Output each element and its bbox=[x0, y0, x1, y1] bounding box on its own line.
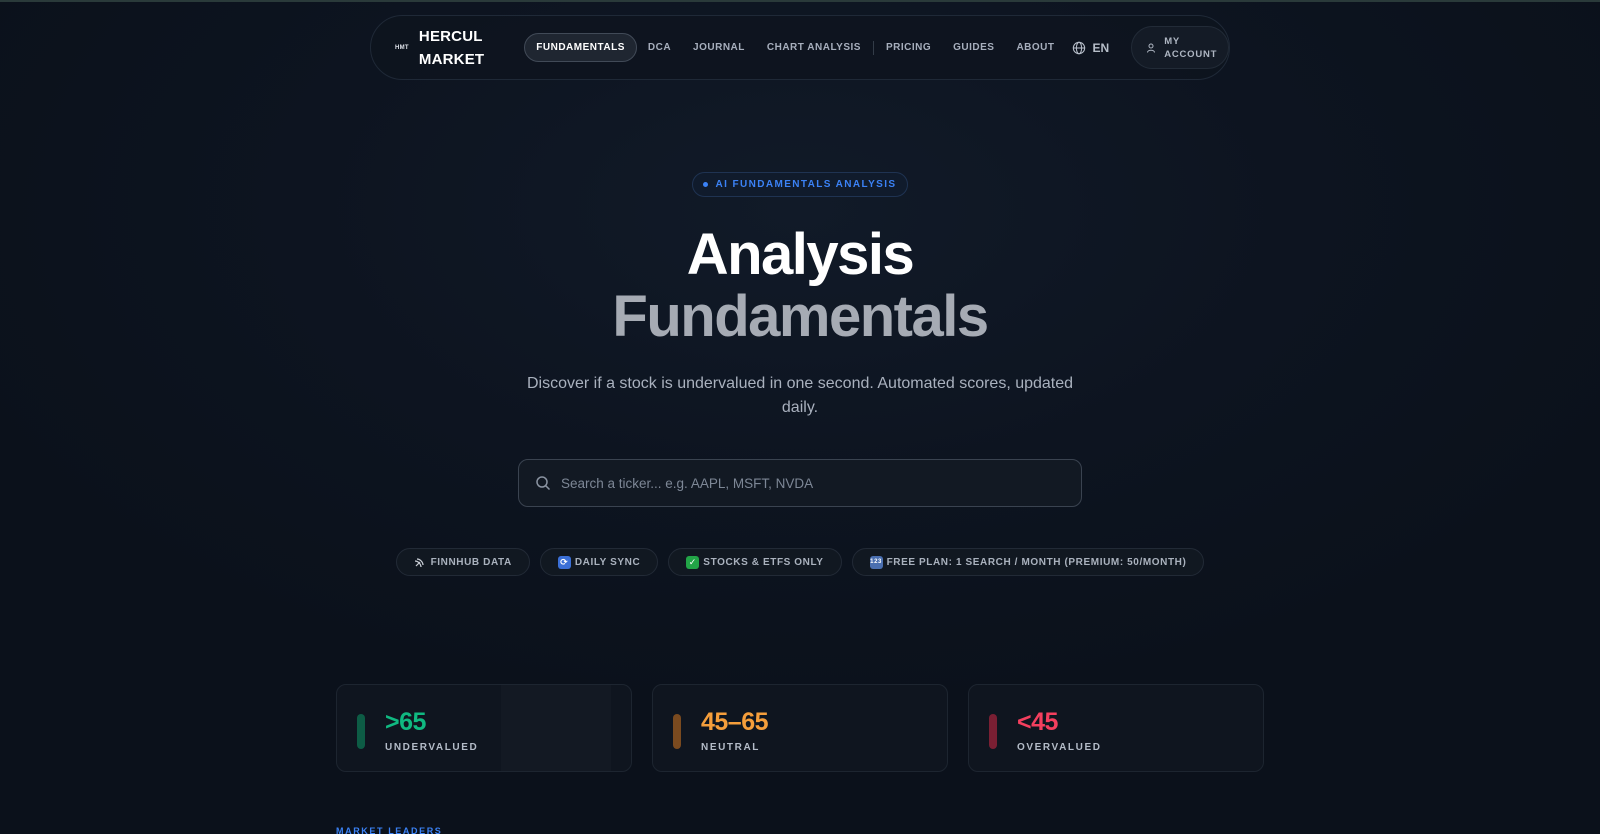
hero-badge-label: AI FUNDAMENTALS ANALYSIS bbox=[715, 179, 897, 190]
nav-link-fundamentals[interactable]: FUNDAMENTALS bbox=[524, 33, 637, 62]
nav-link-chart-analysis[interactable]: CHART ANALYSIS bbox=[756, 34, 872, 61]
ticker-search-box[interactable] bbox=[518, 459, 1082, 507]
top-border bbox=[0, 0, 1600, 2]
tag-label: STOCKS & ETFS ONLY bbox=[703, 556, 824, 568]
numbers-icon: 123 bbox=[869, 555, 883, 569]
tag-finnhub-data: FINNHUB DATA bbox=[395, 548, 530, 576]
score-card-overvalued: <45 OVERVALUED bbox=[968, 684, 1264, 772]
nav-link-dca[interactable]: DCA bbox=[637, 34, 682, 61]
nav-link-pricing[interactable]: PRICING bbox=[875, 34, 942, 61]
hero-badge: AI FUNDAMENTALS ANALYSIS bbox=[692, 172, 908, 197]
nav-link-guides[interactable]: GUIDES bbox=[942, 34, 1005, 61]
tag-label: FINNHUB DATA bbox=[430, 556, 512, 568]
tag-free-plan: 123 FREE PLAN: 1 SEARCH / MONTH (PREMIUM… bbox=[851, 548, 1205, 576]
tag-stocks-etfs: ✓ STOCKS & ETFS ONLY bbox=[668, 548, 842, 576]
hero-title-line-1: Analysis bbox=[686, 222, 915, 287]
logo[interactable]: HMT HERCUL MARKET bbox=[395, 25, 522, 71]
badge-dot-icon bbox=[703, 182, 709, 187]
card-sheen bbox=[501, 685, 611, 771]
nav-links: FUNDAMENTALS DCA JOURNAL CHART ANALYSIS … bbox=[524, 33, 1065, 62]
score-range: >65 bbox=[385, 708, 426, 736]
score-indicator-bar bbox=[989, 714, 997, 749]
tag-label: FREE PLAN: 1 SEARCH / MONTH (PREMIUM: 50… bbox=[886, 556, 1187, 568]
logo-text: HERCUL MARKET bbox=[419, 25, 484, 71]
user-icon bbox=[1147, 43, 1156, 53]
globe-icon bbox=[1072, 41, 1085, 54]
nav-link-journal[interactable]: JOURNAL bbox=[682, 34, 756, 61]
score-legend-cards: >65 UNDERVALUED 45–65 NEUTRAL <45 OVERVA… bbox=[336, 684, 1264, 772]
score-range: 45–65 bbox=[701, 708, 769, 736]
tag-label: DAILY SYNC bbox=[574, 556, 641, 568]
score-card-neutral: 45–65 NEUTRAL bbox=[652, 684, 948, 772]
score-indicator-bar bbox=[673, 714, 681, 749]
my-account-label: MY ACCOUNT bbox=[1164, 35, 1218, 60]
score-range: <45 bbox=[1017, 708, 1058, 736]
nav-link-about[interactable]: ABOUT bbox=[1005, 34, 1065, 61]
score-label: OVERVALUED bbox=[1017, 742, 1102, 753]
my-account-button[interactable]: MY ACCOUNT bbox=[1131, 26, 1229, 69]
hero-subtitle: Discover if a stock is undervalued in on… bbox=[526, 375, 1074, 416]
sync-icon: ⟳ bbox=[557, 555, 571, 569]
logo-mark: HMT bbox=[395, 44, 409, 51]
score-label: NEUTRAL bbox=[701, 742, 760, 753]
search-icon bbox=[536, 476, 551, 491]
ticker-search-input[interactable] bbox=[561, 475, 1081, 491]
logo-line-2: MARKET bbox=[418, 50, 485, 68]
nav-separator bbox=[872, 40, 874, 55]
navbar: HMT HERCUL MARKET FUNDAMENTALS DCA JOURN… bbox=[370, 15, 1230, 80]
feature-tags: FINNHUB DATA ⟳ DAILY SYNC ✓ STOCKS & ETF… bbox=[0, 548, 1600, 576]
language-label: EN bbox=[1092, 40, 1110, 55]
score-indicator-bar bbox=[357, 714, 365, 749]
hero-title-line-2: Fundamentals bbox=[612, 284, 989, 349]
language-selector[interactable]: EN bbox=[1072, 40, 1110, 55]
check-icon: ✓ bbox=[686, 555, 700, 569]
section-label-market-leaders: MARKET LEADERS bbox=[336, 826, 443, 834]
score-label: UNDERVALUED bbox=[385, 742, 479, 753]
logo-line-1: HERCUL bbox=[418, 27, 483, 45]
satellite-icon bbox=[414, 556, 427, 569]
tag-daily-sync: ⟳ DAILY SYNC bbox=[539, 548, 659, 576]
score-card-undervalued: >65 UNDERVALUED bbox=[336, 684, 632, 772]
